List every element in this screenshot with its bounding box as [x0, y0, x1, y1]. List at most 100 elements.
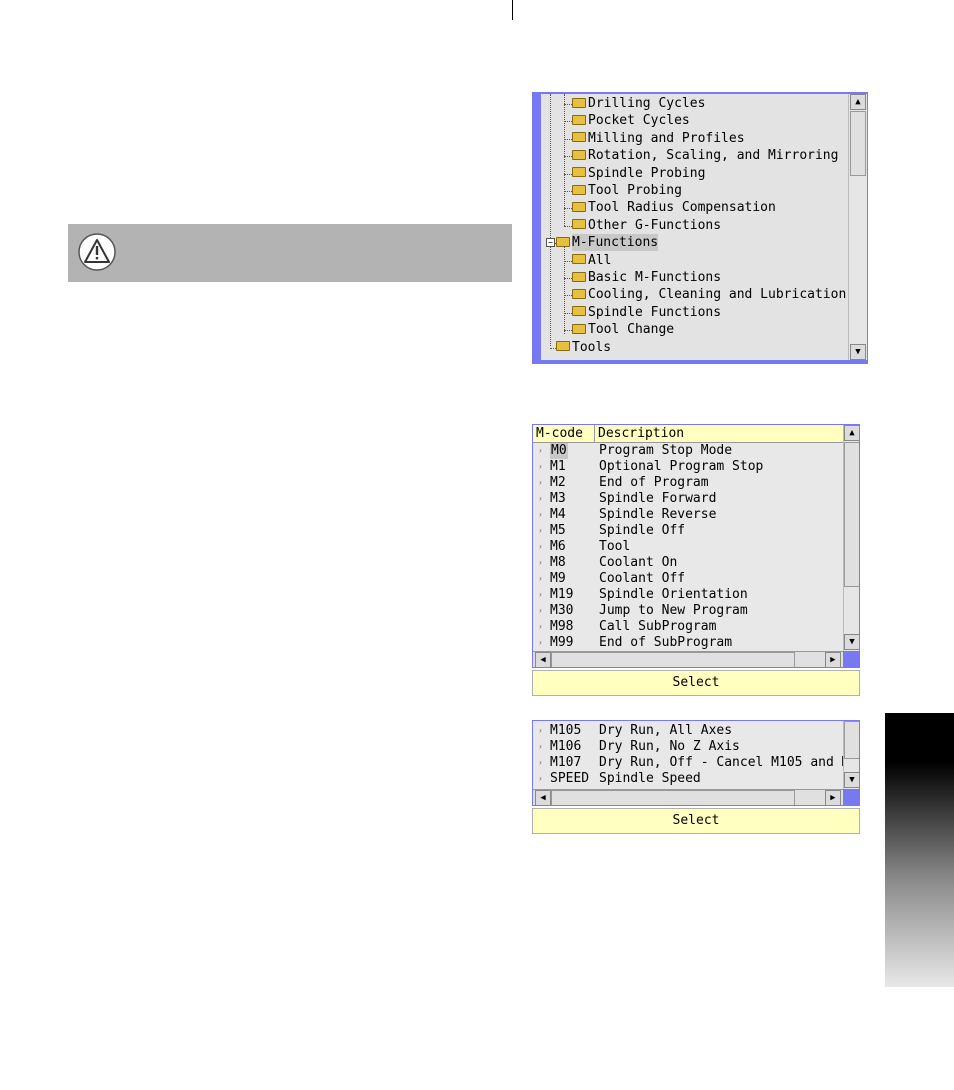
tree-connector	[564, 312, 572, 314]
tree-item[interactable]: Drilling Cycles	[572, 95, 705, 112]
tree-connector	[564, 260, 572, 262]
list-horizontal-scrollbar[interactable]: ◀ ▶	[533, 789, 843, 805]
list-horizontal-scrollbar[interactable]: ◀ ▶	[533, 651, 843, 667]
folder-icon	[556, 236, 570, 247]
mcode-cell: M8	[550, 555, 566, 570]
tree-item-label: Tool Probing	[588, 183, 682, 198]
tree-item[interactable]: Other G-Functions	[572, 217, 721, 234]
scroll-down-arrow-icon[interactable]: ▼	[844, 634, 859, 650]
description-cell: Coolant On	[599, 555, 678, 570]
tree-scroll-thumb[interactable]	[850, 111, 866, 176]
mcode-cell: M106	[550, 739, 582, 754]
row-marker-icon: ›	[538, 758, 543, 767]
tree-item[interactable]: Rotation, Scaling, and Mirroring	[572, 147, 838, 164]
table-row[interactable]: › M30 Jump to New Program	[533, 603, 843, 619]
tree-item[interactable]: M-Functions	[556, 234, 659, 252]
tree-item[interactable]: Milling and Profiles	[572, 130, 745, 147]
chapter-side-tab	[885, 713, 954, 987]
description-cell: Spindle Orientation	[599, 587, 748, 602]
description-cell: End of Program	[599, 475, 709, 490]
mcode-cell: M105	[550, 723, 582, 738]
tree-item[interactable]: Tool Radius Compensation	[572, 199, 776, 216]
column-header-description[interactable]: Description	[595, 425, 843, 442]
description-cell: Spindle Reverse	[599, 507, 717, 522]
tree-connector	[564, 295, 572, 297]
table-row[interactable]: › M3 Spindle Forward	[533, 491, 843, 507]
table-row[interactable]: › M4 Spindle Reverse	[533, 507, 843, 523]
tree-item[interactable]: Spindle Functions	[572, 304, 721, 321]
description-cell: Dry Run, All Axes	[599, 723, 733, 738]
tree-item-label: Other G-Functions	[588, 217, 722, 233]
tree-item-label: Basic M-Functions	[588, 270, 722, 285]
scroll-up-arrow-icon[interactable]: ▲	[850, 94, 866, 110]
tree-item-label: All	[588, 252, 612, 268]
description-cell: Dry Run, Off - Cancel M105 and M10	[599, 755, 860, 770]
scroll-down-arrow-icon[interactable]: ▼	[844, 772, 859, 788]
tree-item[interactable]: Tools	[556, 339, 611, 356]
select-button[interactable]: Select	[532, 808, 860, 834]
scroll-left-arrow-icon[interactable]: ◀	[535, 652, 551, 667]
tree-item[interactable]: Cooling, Cleaning and Lubrication	[572, 286, 846, 303]
table-row[interactable]: › M98 Call SubProgram	[533, 619, 843, 635]
row-marker-icon: ›	[538, 638, 543, 647]
table-row[interactable]: › M5 Spindle Off	[533, 523, 843, 539]
description-cell: Coolant Off	[599, 571, 686, 586]
tree-item[interactable]: Tool Probing	[572, 182, 682, 199]
description-cell: End of SubProgram	[599, 635, 733, 650]
tree-vertical-scrollbar[interactable]: ▲ ▼	[848, 94, 867, 360]
collapse-toggle-icon[interactable]: −	[546, 238, 555, 248]
tree-connector	[564, 156, 572, 158]
select-button[interactable]: Select	[532, 670, 860, 696]
table-row[interactable]: › M2 End of Program	[533, 475, 843, 491]
table-row[interactable]: › M1 Optional Program Stop	[533, 459, 843, 475]
table-row[interactable]: › M6 Tool	[533, 539, 843, 555]
tree-item-label: M-Functions	[572, 234, 659, 252]
row-marker-icon: ›	[538, 478, 543, 487]
row-marker-icon: ›	[538, 558, 543, 567]
list-hscroll-thumb[interactable]	[551, 652, 795, 667]
list-scroll-thumb[interactable]	[844, 442, 859, 587]
description-cell: Dry Run, No Z Axis	[599, 739, 740, 754]
scroll-right-arrow-icon[interactable]: ▶	[825, 790, 841, 805]
tree-item[interactable]: All	[572, 252, 611, 269]
tree-item[interactable]: Basic M-Functions	[572, 269, 721, 286]
folder-icon	[572, 167, 586, 178]
table-row[interactable]: › M106 Dry Run, No Z Axis	[533, 739, 843, 755]
warning-triangle-icon	[78, 233, 116, 271]
table-row[interactable]: › M99 End of SubProgram	[533, 635, 843, 651]
list-vertical-scrollbar[interactable]: ▼	[843, 721, 859, 789]
description-cell: Spindle Speed	[599, 771, 701, 786]
row-marker-icon: ›	[538, 774, 543, 783]
table-row[interactable]: › M9 Coolant Off	[533, 571, 843, 587]
folder-icon	[572, 201, 586, 212]
folder-icon	[556, 341, 570, 352]
tree-item-label: Tools	[572, 339, 612, 355]
table-row[interactable]: › M19 Spindle Orientation	[533, 587, 843, 603]
tree-item-label: Milling and Profiles	[588, 130, 745, 146]
tree-item[interactable]: Pocket Cycles	[572, 112, 690, 129]
table-row[interactable]: › SPEED Spindle Speed	[533, 771, 843, 787]
page-divider-line	[512, 0, 513, 20]
table-row[interactable]: › M8 Coolant On	[533, 555, 843, 571]
table-row[interactable]: › M107 Dry Run, Off - Cancel M105 and M10	[533, 755, 859, 771]
scroll-left-arrow-icon[interactable]: ◀	[535, 790, 551, 805]
tree-item[interactable]: Spindle Probing	[572, 165, 705, 182]
list-scroll-thumb[interactable]	[844, 721, 859, 759]
tree-connector	[564, 330, 572, 332]
scroll-up-arrow-icon[interactable]: ▲	[844, 425, 859, 441]
mcode-cell: M5	[550, 523, 566, 538]
function-tree: Drilling Cycles Pocket Cycles Milling and …	[541, 94, 848, 360]
table-row[interactable]: › M0 Program Stop Mode	[533, 443, 843, 459]
row-marker-icon: ›	[538, 510, 543, 519]
tree-guide-line	[550, 94, 551, 346]
row-marker-icon: ›	[538, 494, 543, 503]
table-row[interactable]: › M105 Dry Run, All Axes	[533, 723, 843, 739]
column-header-mcode[interactable]: M-code	[533, 425, 595, 442]
tree-item[interactable]: Tool Change	[572, 321, 674, 338]
mcode-cell: M98	[550, 619, 574, 634]
tree-connector	[564, 173, 572, 175]
list-vertical-scrollbar[interactable]: ▲ ▼	[843, 425, 859, 651]
list-hscroll-thumb[interactable]	[551, 790, 795, 805]
scroll-right-arrow-icon[interactable]: ▶	[825, 652, 841, 667]
scroll-down-arrow-icon[interactable]: ▼	[850, 344, 866, 360]
